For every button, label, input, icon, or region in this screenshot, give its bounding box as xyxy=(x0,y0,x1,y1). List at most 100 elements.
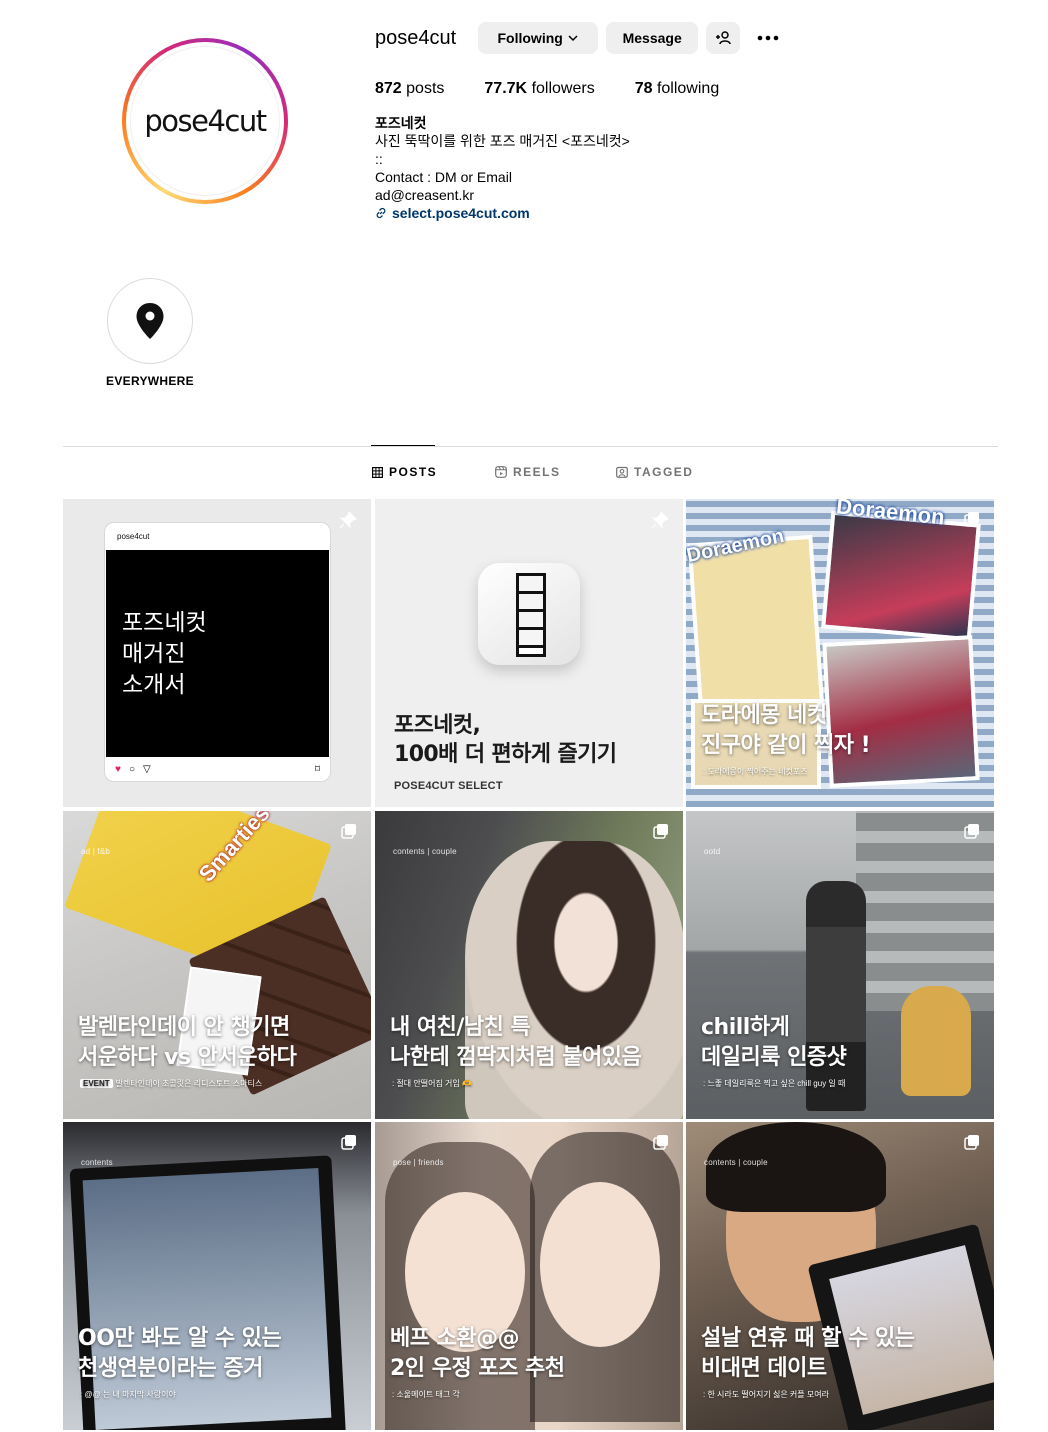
chevron-down-icon xyxy=(568,35,578,42)
bio-line-2: :: xyxy=(375,151,383,167)
photo-subject xyxy=(706,1122,886,1212)
message-button[interactable]: Message xyxy=(606,22,699,54)
location-pin-icon xyxy=(136,303,164,339)
avatar-logo-text: pose4cut xyxy=(144,104,267,138)
post-title: OO만 봐도 알 수 있는 천생연분이라는 증거 xyxy=(78,1324,368,1384)
post-title: 도라에몽 네컷 진구야 같이 찍자 ! xyxy=(701,701,991,761)
phone-mockup: pose4cut 포즈네컷 매거진 소개서 ♥ ○ ▽ ⌑ xyxy=(104,522,331,782)
pinned-icon xyxy=(339,511,357,529)
carousel-icon xyxy=(964,1135,979,1150)
post-title-line-1: 발렌타인데이 안 챙기면 xyxy=(78,1015,290,1040)
highlight-cover xyxy=(107,278,193,364)
highlight-label: EVERYWHERE xyxy=(106,374,194,388)
post-title-line-1: 포즈네컷 xyxy=(122,610,207,636)
bio: 포즈네컷 사진 뚝딱이를 위한 포즈 매거진 <포즈네컷> :: Contact… xyxy=(375,114,1015,222)
post-tile[interactable]: 포즈네컷, 100배 더 편하게 즐기기 POSE4CUT SELECT xyxy=(375,499,683,807)
post-title: chill하게 데일리룩 인증샷 xyxy=(701,1013,991,1073)
bio-line-3: Contact : DM or Email xyxy=(375,169,512,185)
carousel-icon xyxy=(964,824,979,839)
suggest-users-button[interactable] xyxy=(706,22,741,54)
link-icon xyxy=(376,207,386,219)
post-title-line-2: 나한테 껌딱지처럼 붙어있음 xyxy=(390,1045,642,1070)
post-tile[interactable]: ootd chill하게 데일리룩 인증샷 : 느좋 데일리룩은 찍고 싶은 c… xyxy=(686,811,994,1119)
post-title-line-2: 매거진 xyxy=(122,641,186,667)
following-button-label: Following xyxy=(497,30,563,46)
bio-line-1: 사진 뚝딱이를 위한 포즈 매거진 <포즈네컷> xyxy=(375,133,630,149)
photo-subject xyxy=(465,841,683,1119)
share-icon: ▽ xyxy=(142,764,151,775)
tab-tagged-label: TAGGED xyxy=(634,465,694,479)
post-tag: contents | couple xyxy=(393,847,457,856)
posts-grid: pose4cut 포즈네컷 매거진 소개서 ♥ ○ ▽ ⌑ 포즈네컷, 100배… xyxy=(63,499,994,1430)
following-button[interactable]: Following xyxy=(478,22,599,54)
highlight-everywhere[interactable]: EVERYWHERE xyxy=(98,278,202,388)
post-subtitle: : 도라에몽이 찍어주는 네컷포즈 xyxy=(703,767,808,776)
post-tile[interactable]: Doraemon Doraemon 도라에몽 네컷 진구야 같이 찍자 ! : … xyxy=(686,499,994,807)
photo-subject xyxy=(540,1182,660,1347)
post-title-line-1: 내 여친/남친 특 xyxy=(390,1015,531,1040)
post-subtitle: : 한 시라도 떨어지기 싫은 커플 모여라 xyxy=(703,1390,829,1399)
post-tile[interactable]: contents OO만 봐도 알 수 있는 천생연분이라는 증거 : @@ 는… xyxy=(63,1122,371,1430)
post-tile[interactable]: pose4cut 포즈네컷 매거진 소개서 ♥ ○ ▽ ⌑ xyxy=(63,499,371,807)
post-tile[interactable]: contents | couple 내 여친/남친 특 나한테 껌딱지처럼 붙어… xyxy=(375,811,683,1119)
tab-tagged[interactable]: TAGGED xyxy=(616,465,693,479)
post-title: 설날 연휴 때 할 수 있는 비대면 데이트 xyxy=(701,1324,991,1384)
phone-brand-text: pose4cut xyxy=(117,532,150,541)
tab-posts[interactable]: POSTS xyxy=(372,465,437,479)
post-title-line-1: 베프 소환@@ xyxy=(390,1326,520,1351)
post-title: 내 여친/남친 특 나한테 껌딱지처럼 붙어있음 xyxy=(390,1013,680,1073)
grid-icon xyxy=(372,466,383,478)
tabs-divider xyxy=(63,446,998,447)
following-label: following xyxy=(656,80,720,97)
post-title-line-1: 도라에몽 네컷 xyxy=(701,703,827,728)
carousel-icon xyxy=(964,512,979,527)
post-tag: pose | friends xyxy=(393,1158,444,1167)
active-tab-indicator xyxy=(371,445,435,446)
post-tile[interactable]: Smarties ad | f&b 발렌타인데이 안 챙기면 서운하다 vs 안… xyxy=(63,811,371,1119)
post-tile[interactable]: pose | friends 베프 소환@@ 2인 우정 포즈 추천 : 소울메… xyxy=(375,1122,683,1430)
pinned-icon xyxy=(651,511,669,529)
post-tile[interactable]: contents | couple 설날 연휴 때 할 수 있는 비대면 데이트… xyxy=(686,1122,994,1430)
tab-reels[interactable]: REELS xyxy=(495,465,561,479)
posts-stat: 872 posts xyxy=(375,80,444,98)
post-title-line-3: 소개서 xyxy=(122,672,186,698)
more-dots-icon xyxy=(757,35,779,41)
profile-info: pose4cut Following Message 872 posts 77.… xyxy=(375,22,1015,222)
carousel-icon xyxy=(341,824,356,839)
post-subtitle: EVENT 발렌타인데이 초콜릿은 리디스토트 스마티스 xyxy=(80,1078,262,1089)
post-title: 포즈네컷, 100배 더 편하게 즐기기 xyxy=(394,711,617,769)
followers-label: followers xyxy=(531,80,595,97)
avatar-border: pose4cut xyxy=(126,42,284,200)
profile-tabs: POSTS REELS TAGGED xyxy=(0,465,1048,481)
carousel-icon xyxy=(653,824,668,839)
post-title-line-2: 천생연분이라는 증거 xyxy=(78,1356,263,1381)
bookmark-icon: ⌑ xyxy=(314,764,320,775)
add-user-icon xyxy=(716,31,731,45)
followers-stat[interactable]: 77.7K followers xyxy=(484,80,594,98)
following-stat[interactable]: 78 following xyxy=(635,80,720,98)
post-title-line-2: 비대면 데이트 xyxy=(701,1356,827,1381)
avatar[interactable]: pose4cut xyxy=(130,46,280,196)
photo-subject xyxy=(806,881,866,1111)
post-title-line-1: 포즈네컷, xyxy=(394,713,481,738)
post-title-line-2: 100배 더 편하게 즐기기 xyxy=(394,742,617,767)
more-options-button[interactable] xyxy=(748,22,788,54)
post-title: 발렌타인데이 안 챙기면 서운하다 vs 안서운하다 xyxy=(78,1013,368,1073)
post-subtitle: : @@ 는 내 마지막 사랑이야 xyxy=(80,1390,176,1399)
tab-reels-label: REELS xyxy=(513,465,561,479)
heart-icon: ♥ xyxy=(115,764,121,775)
event-badge: EVENT xyxy=(80,1079,113,1088)
comment-icon: ○ xyxy=(128,764,135,775)
full-name: 포즈네컷 xyxy=(375,115,427,131)
post-title-line-1: chill하게 xyxy=(701,1015,790,1040)
film-strip-icon xyxy=(516,573,546,657)
bio-link-text: select.pose4cut.com xyxy=(392,205,530,221)
post-tag: ad | f&b xyxy=(81,847,111,856)
tagged-icon xyxy=(616,466,628,478)
posts-label: posts xyxy=(406,80,445,97)
post-title-line-2: 서운하다 vs 안서운하다 xyxy=(78,1045,297,1070)
post-subtitle: : 소울메이트 태그 각 xyxy=(392,1390,460,1399)
bio-link[interactable]: select.pose4cut.com xyxy=(375,204,1015,222)
profile-avatar-ring[interactable]: pose4cut xyxy=(122,38,288,204)
post-subtitle-text: 발렌타인데이 초콜릿은 리디스토트 스마티스 xyxy=(115,1079,263,1088)
